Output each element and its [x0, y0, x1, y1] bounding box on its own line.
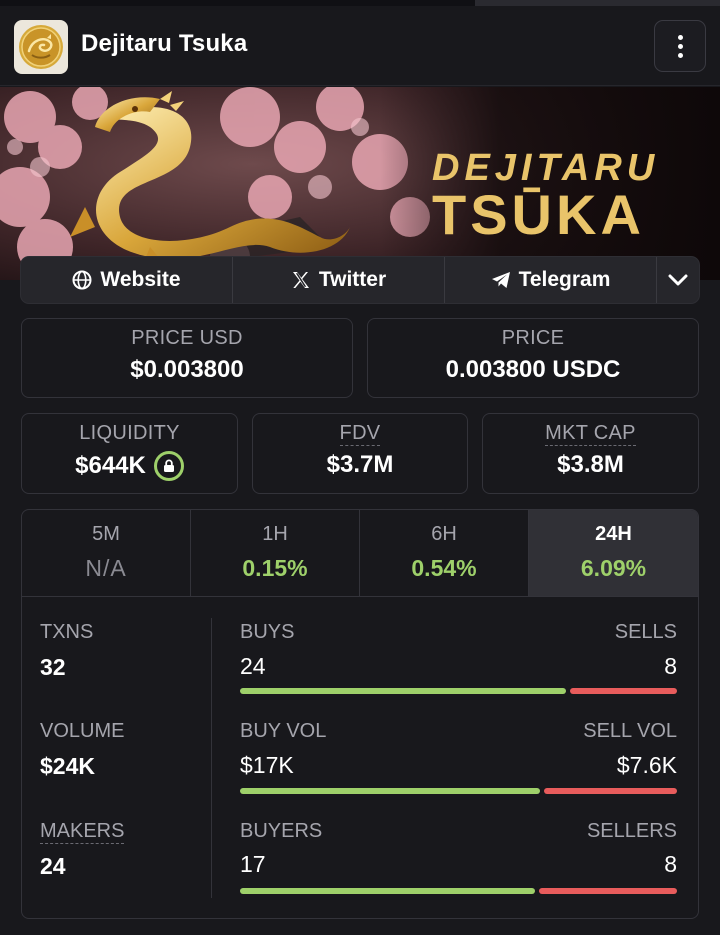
kebab-menu-button[interactable] [654, 20, 706, 72]
tab-change: 6.09% [580, 555, 647, 581]
chevron-down-icon [668, 274, 688, 286]
buy-vol-ratio-bar [240, 788, 540, 794]
dragon-coin-logo [14, 20, 68, 74]
volume-value: $24K [40, 753, 95, 779]
fdv-label[interactable]: FDV [339, 422, 381, 446]
tab-change: N/A [85, 555, 127, 581]
tab-change: 0.15% [242, 555, 308, 581]
buyers-label: BUYERS [240, 820, 323, 842]
sellers-label: SELLERS [586, 820, 677, 842]
more-links-button[interactable] [657, 257, 699, 303]
banner-artwork: TSŪKA DEJITARU [0, 87, 720, 280]
social-links-bar: Website Twitter Telegram [21, 257, 699, 303]
fdv-card: FDV $3.7M [252, 413, 468, 494]
tab-label: 5M [92, 523, 120, 545]
tab-change: 0.54% [411, 555, 477, 581]
twitter-link[interactable]: Twitter [233, 257, 445, 303]
sellers-ratio-bar [539, 888, 677, 894]
makers-value: 24 [40, 853, 66, 879]
buys-label: BUYS [240, 621, 295, 643]
buy-vol-label: BUY VOL [240, 720, 327, 742]
sell-vol-label: SELL VOL [583, 720, 677, 742]
price-usd-card: PRICE USD $0.003800 [21, 318, 353, 398]
price-usd-value: $0.003800 [130, 356, 244, 383]
sell-vol-value: $7.6K [616, 752, 677, 778]
kebab-menu-icon [678, 35, 683, 40]
sell-vol-ratio-bar [544, 788, 677, 794]
banner-title: TSŪKA DEJITARU [432, 147, 659, 246]
mktcap-value: $3.8M [557, 451, 624, 478]
buys-value: 24 [240, 653, 266, 679]
sells-label: SELLS [614, 621, 677, 643]
sells-value: 8 [664, 653, 677, 679]
buys-ratio-bar [240, 688, 566, 694]
liquidity-value-row: $644K [22, 451, 237, 481]
fdv-value: $3.7M [326, 451, 394, 478]
price-card: PRICE 0.003800 USDC [367, 318, 699, 398]
svg-text:DEJITARU: DEJITARU [432, 147, 659, 189]
makers-label[interactable]: MAKERS [40, 820, 125, 844]
stats-panel: 5M N/A 1H 0.15% 6H 0.54% 24H 6.09% TXNS … [21, 509, 699, 919]
svg-text:TSŪKA: TSŪKA [432, 183, 645, 246]
mktcap-label[interactable]: MKT CAP [545, 422, 636, 446]
sells-ratio-bar [570, 688, 677, 694]
liquidity-label: LIQUIDITY [79, 422, 180, 444]
timeframe-tabs: 5M N/A 1H 0.15% 6H 0.54% 24H 6.09% [22, 510, 698, 597]
tab-5m[interactable]: 5M N/A [22, 510, 191, 596]
telegram-link-label: Telegram [518, 268, 611, 291]
tab-24h[interactable]: 24H 6.09% [529, 510, 698, 596]
txns-value: 32 [40, 654, 66, 680]
kebab-menu-icon-dot [678, 53, 683, 58]
mktcap-card: MKT CAP $3.8M [482, 413, 699, 494]
tab-label: 1H [262, 523, 288, 545]
website-link[interactable]: Website [21, 257, 233, 303]
fdv-label-wrap[interactable]: FDV [253, 422, 467, 446]
volume-label: VOLUME [40, 720, 125, 742]
kebab-menu-icon-dot [678, 44, 683, 49]
globe-icon [72, 270, 92, 290]
liquidity-card: LIQUIDITY $644K [21, 413, 238, 494]
txns-label: TXNS [40, 621, 94, 643]
x-logo-icon [292, 272, 309, 288]
telegram-link[interactable]: Telegram [445, 257, 657, 303]
tab-1h[interactable]: 1H 0.15% [191, 510, 360, 596]
tab-label: 24H [595, 523, 632, 545]
mktcap-label-wrap[interactable]: MKT CAP [483, 422, 698, 446]
tab-label: 6H [431, 523, 457, 545]
sellers-value: 8 [664, 851, 677, 877]
price-label: PRICE [501, 327, 565, 349]
twitter-link-label: Twitter [318, 268, 387, 291]
token-header: Dejitaru Tsuka [0, 6, 720, 86]
price-value: 0.003800 USDC [445, 356, 621, 383]
buyers-ratio-bar [240, 888, 535, 894]
token-banner: TSŪKA DEJITARU [0, 87, 720, 280]
website-link-label: Website [100, 268, 181, 291]
buyers-value: 17 [240, 851, 266, 877]
token-name: Dejitaru Tsuka [81, 30, 248, 57]
price-usd-label: PRICE USD [131, 327, 243, 349]
makers-label-wrap[interactable]: MAKERS [40, 820, 125, 844]
lock-icon[interactable] [153, 451, 184, 481]
liquidity-value: $644K [75, 452, 146, 479]
tab-6h[interactable]: 6H 0.54% [360, 510, 529, 596]
buy-vol-value: $17K [240, 752, 294, 778]
paper-plane-icon [491, 272, 510, 288]
stats-divider [211, 618, 212, 898]
